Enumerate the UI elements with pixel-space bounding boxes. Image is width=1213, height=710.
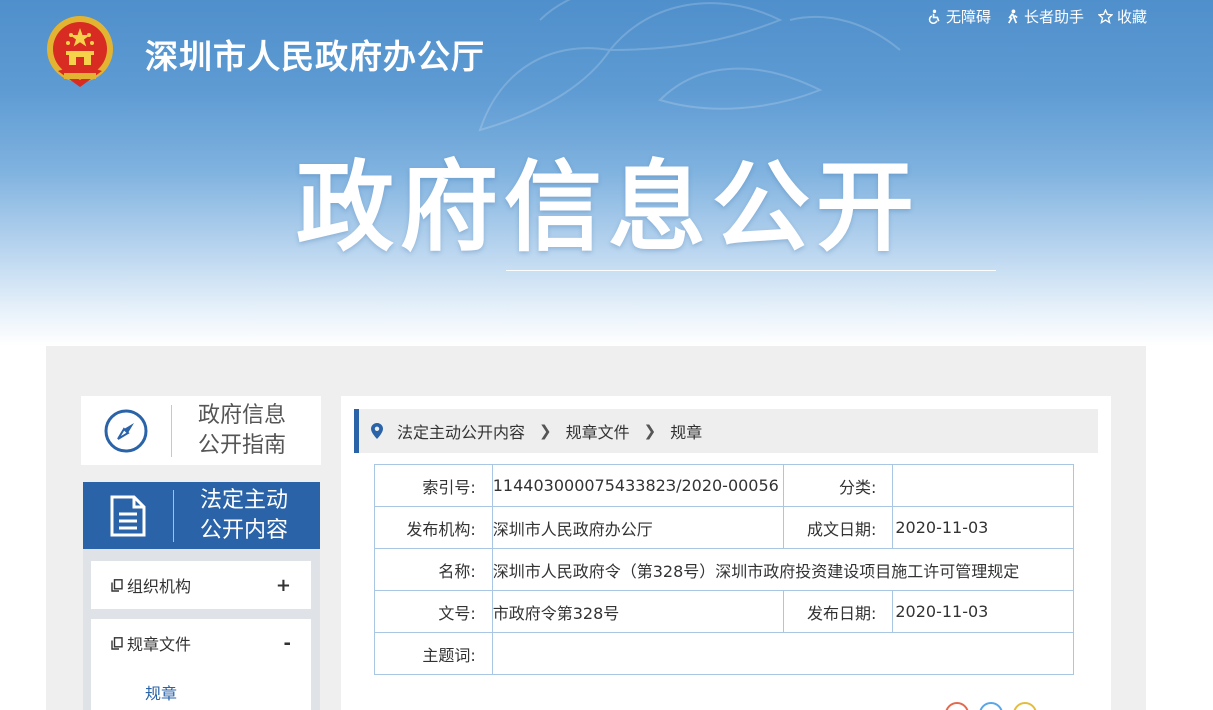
name-label: 名称: bbox=[374, 548, 493, 591]
breadcrumb-item[interactable]: 法定主动公开内容 bbox=[397, 419, 525, 443]
sidebar-nav: 组织机构 + 规章文件 - 规章 bbox=[83, 549, 320, 710]
copy-icon bbox=[111, 578, 123, 592]
accessibility-label: 无障碍 bbox=[945, 8, 991, 26]
document-icon-wrap bbox=[83, 494, 173, 538]
publish-date-value: 2020-11-03 bbox=[892, 590, 1074, 633]
compass-icon-wrap bbox=[81, 408, 171, 454]
document-icon bbox=[110, 495, 146, 536]
share-qq-icon[interactable] bbox=[979, 702, 1003, 710]
sidebar-item-rules[interactable]: 规章文件 - bbox=[91, 619, 311, 667]
index-label: 索引号: bbox=[374, 464, 493, 507]
keywords-label: 主题词: bbox=[374, 632, 493, 675]
elder-assist-icon bbox=[1007, 9, 1018, 24]
expand-icon[interactable]: + bbox=[276, 575, 291, 596]
star-icon bbox=[1097, 9, 1113, 24]
sidebar-item-label: 规章文件 bbox=[111, 631, 191, 655]
active-title-line1: 法定主动 bbox=[200, 487, 289, 513]
index-value: 11440300007543382З/2020-00056 bbox=[491, 464, 784, 507]
guide-title-line2: 公开指南 bbox=[198, 432, 287, 458]
active-section-title: 法定主动 公开内容 bbox=[174, 486, 288, 546]
breadcrumb-item[interactable]: 规章文件 bbox=[566, 419, 630, 443]
table-row: 发布机构: 深圳市人民政府办公厅 成文日期: 2020-11-03 bbox=[374, 506, 1074, 549]
elder-assist-link[interactable]: 长者助手 bbox=[1005, 6, 1084, 27]
collapse-icon[interactable]: - bbox=[284, 633, 291, 654]
share-buttons bbox=[945, 702, 1037, 710]
publisher-value: 深圳市人民政府办公厅 bbox=[491, 506, 784, 549]
category-label: 分类: bbox=[782, 464, 894, 507]
publish-date-label: 发布日期: bbox=[782, 590, 894, 633]
table-row: 文号: 市政府令第328号 发布日期: 2020-11-03 bbox=[374, 590, 1074, 633]
doc-number-value: 市政府令第328号 bbox=[491, 590, 784, 633]
header-banner: 深圳市人民政府办公厅 无障碍 长者助手 收藏 政府信息公开 bbox=[0, 0, 1213, 346]
location-pin-icon bbox=[371, 423, 383, 439]
sidebar-item-organization[interactable]: 组织机构 + bbox=[91, 561, 311, 609]
guide-title: 政府信息 公开指南 bbox=[172, 401, 286, 461]
top-links: 无障碍 长者助手 收藏 bbox=[927, 6, 1147, 27]
document-info-table: 索引号: 11440300007543382З/2020-00056 分类: 发… bbox=[374, 464, 1075, 675]
keywords-value bbox=[491, 632, 1075, 675]
guide-title-line1: 政府信息 bbox=[198, 402, 287, 428]
site-title[interactable]: 深圳市人民政府办公厅 bbox=[145, 30, 485, 78]
favorite-link[interactable]: 收藏 bbox=[1097, 6, 1147, 27]
copy-icon bbox=[111, 636, 123, 650]
chevron-right-icon: ❯ bbox=[539, 422, 552, 440]
doc-number-label: 文号: bbox=[374, 590, 493, 633]
table-row: 名称: 深圳市人民政府令（第328号）深圳市政府投资建设项目施工许可管理规定 bbox=[374, 548, 1075, 591]
compass-icon bbox=[104, 409, 148, 452]
active-section-card[interactable]: 法定主动 公开内容 bbox=[83, 482, 320, 549]
created-date-value: 2020-11-03 bbox=[892, 506, 1074, 549]
national-emblem-icon bbox=[47, 16, 113, 87]
sidebar-item-text: 组织机构 bbox=[127, 577, 192, 596]
sidebar-item-label: 组织机构 bbox=[111, 573, 191, 597]
favorite-label: 收藏 bbox=[1116, 8, 1147, 26]
sidebar-item-text: 规章文件 bbox=[127, 635, 192, 654]
created-date-label: 成文日期: bbox=[782, 506, 894, 549]
elder-assist-label: 长者助手 bbox=[1023, 8, 1084, 26]
share-qzone-icon[interactable] bbox=[1013, 702, 1037, 710]
hero-divider bbox=[506, 270, 996, 271]
guide-card[interactable]: 政府信息 公开指南 bbox=[81, 396, 321, 465]
accessibility-link[interactable]: 无障碍 bbox=[927, 6, 991, 27]
table-row: 索引号: 11440300007543382З/2020-00056 分类: bbox=[374, 464, 1074, 507]
sidebar-subitem-regulations[interactable]: 规章 bbox=[91, 666, 311, 710]
chevron-right-icon: ❯ bbox=[643, 422, 657, 440]
category-value bbox=[892, 464, 1074, 507]
name-value: 深圳市人民政府令（第328号）深圳市政府投资建设项目施工许可管理规定 bbox=[491, 548, 1075, 591]
table-row: 主题词: bbox=[374, 632, 1075, 675]
accessibility-icon bbox=[928, 9, 940, 24]
active-title-line2: 公开内容 bbox=[200, 517, 289, 543]
share-weibo-icon[interactable] bbox=[945, 702, 969, 710]
hero-title: 政府信息公开 bbox=[296, 151, 921, 265]
breadcrumb: 法定主动公开内容 ❯ 规章文件 ❯ 规章 bbox=[354, 409, 1098, 453]
breadcrumb-item[interactable]: 规章 bbox=[670, 419, 702, 443]
publisher-label: 发布机构: bbox=[374, 506, 493, 549]
